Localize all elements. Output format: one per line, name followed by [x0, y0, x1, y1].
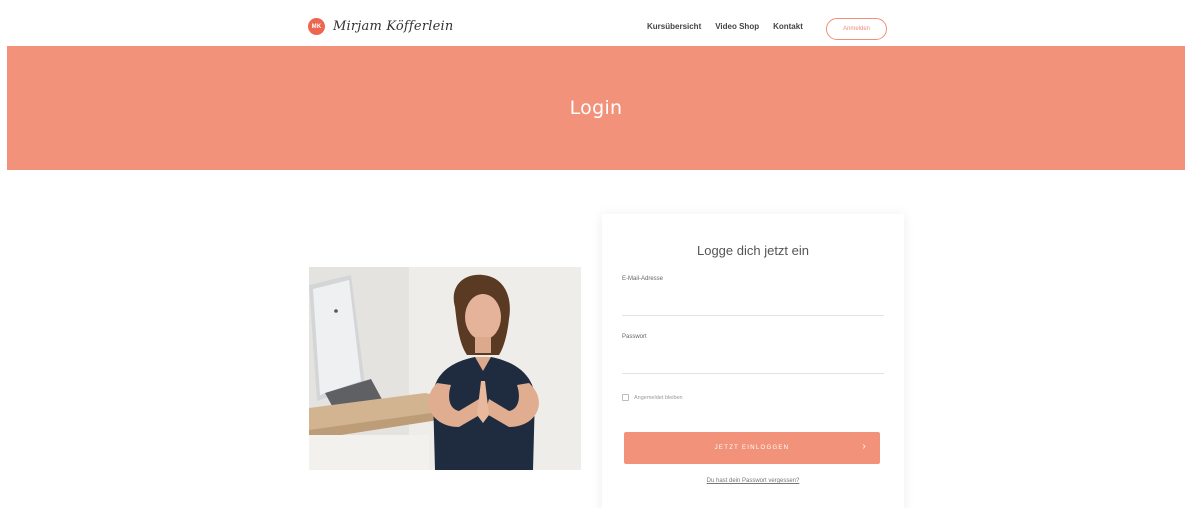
login-title: Logge dich jetzt ein: [696, 243, 810, 258]
page-title: Login: [569, 97, 623, 119]
remember-me-checkbox[interactable]: [622, 394, 629, 401]
photo-illustration: [309, 267, 581, 470]
site-logo[interactable]: MK Mirjam Köfferlein: [308, 18, 453, 35]
nav-item-kursuebersicht[interactable]: Kursübersicht: [647, 20, 701, 34]
nav-item-video-shop[interactable]: Video Shop: [715, 20, 759, 34]
remember-me-label: Angemeldet bleiben: [634, 394, 683, 401]
remember-me-toggle[interactable]: Angemeldet bleiben: [622, 394, 683, 401]
email-label: E-Mail-Adresse: [622, 276, 664, 282]
logo-badge-icon: MK: [308, 18, 325, 35]
logo-wordmark: Mirjam Köfferlein: [333, 19, 454, 34]
forgot-password-link[interactable]: Du hast dein Passwort vergessen?: [602, 478, 904, 484]
woman-namaste-photo: [309, 267, 581, 470]
hero-banner: Login: [7, 46, 1185, 170]
nav-login-button[interactable]: Anmelden: [826, 18, 887, 40]
email-field[interactable]: [622, 294, 884, 316]
password-field[interactable]: [622, 352, 884, 374]
nav-item-kontakt[interactable]: Kontakt: [773, 20, 803, 34]
site-header: MK Mirjam Köfferlein Kursübersicht Video…: [0, 0, 1185, 46]
submit-label: JETZT EINLOGGEN: [714, 445, 790, 451]
password-label: Passwort: [622, 334, 647, 340]
arrow-right-icon: ›: [862, 441, 867, 452]
login-card: Logge dich jetzt ein E-Mail-Adresse Pass…: [602, 214, 904, 508]
login-submit-button[interactable]: JETZT EINLOGGEN ›: [624, 432, 880, 464]
main-nav: Kursübersicht Video Shop Kontakt: [647, 20, 817, 34]
